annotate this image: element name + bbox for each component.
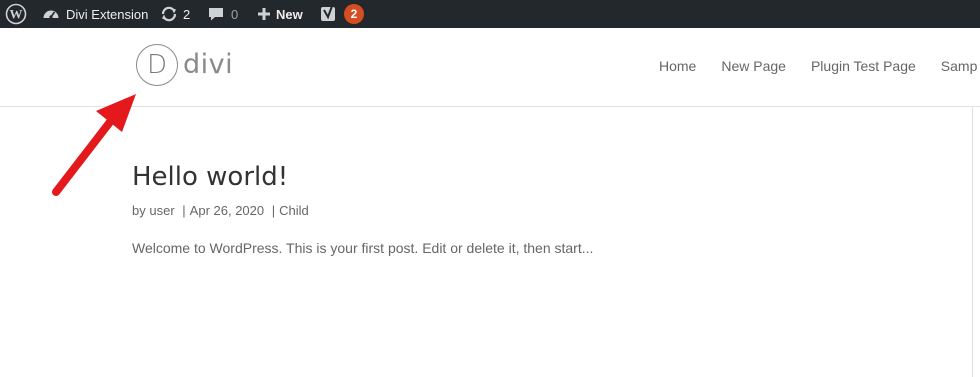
annotation-arrow-icon (52, 94, 136, 196)
